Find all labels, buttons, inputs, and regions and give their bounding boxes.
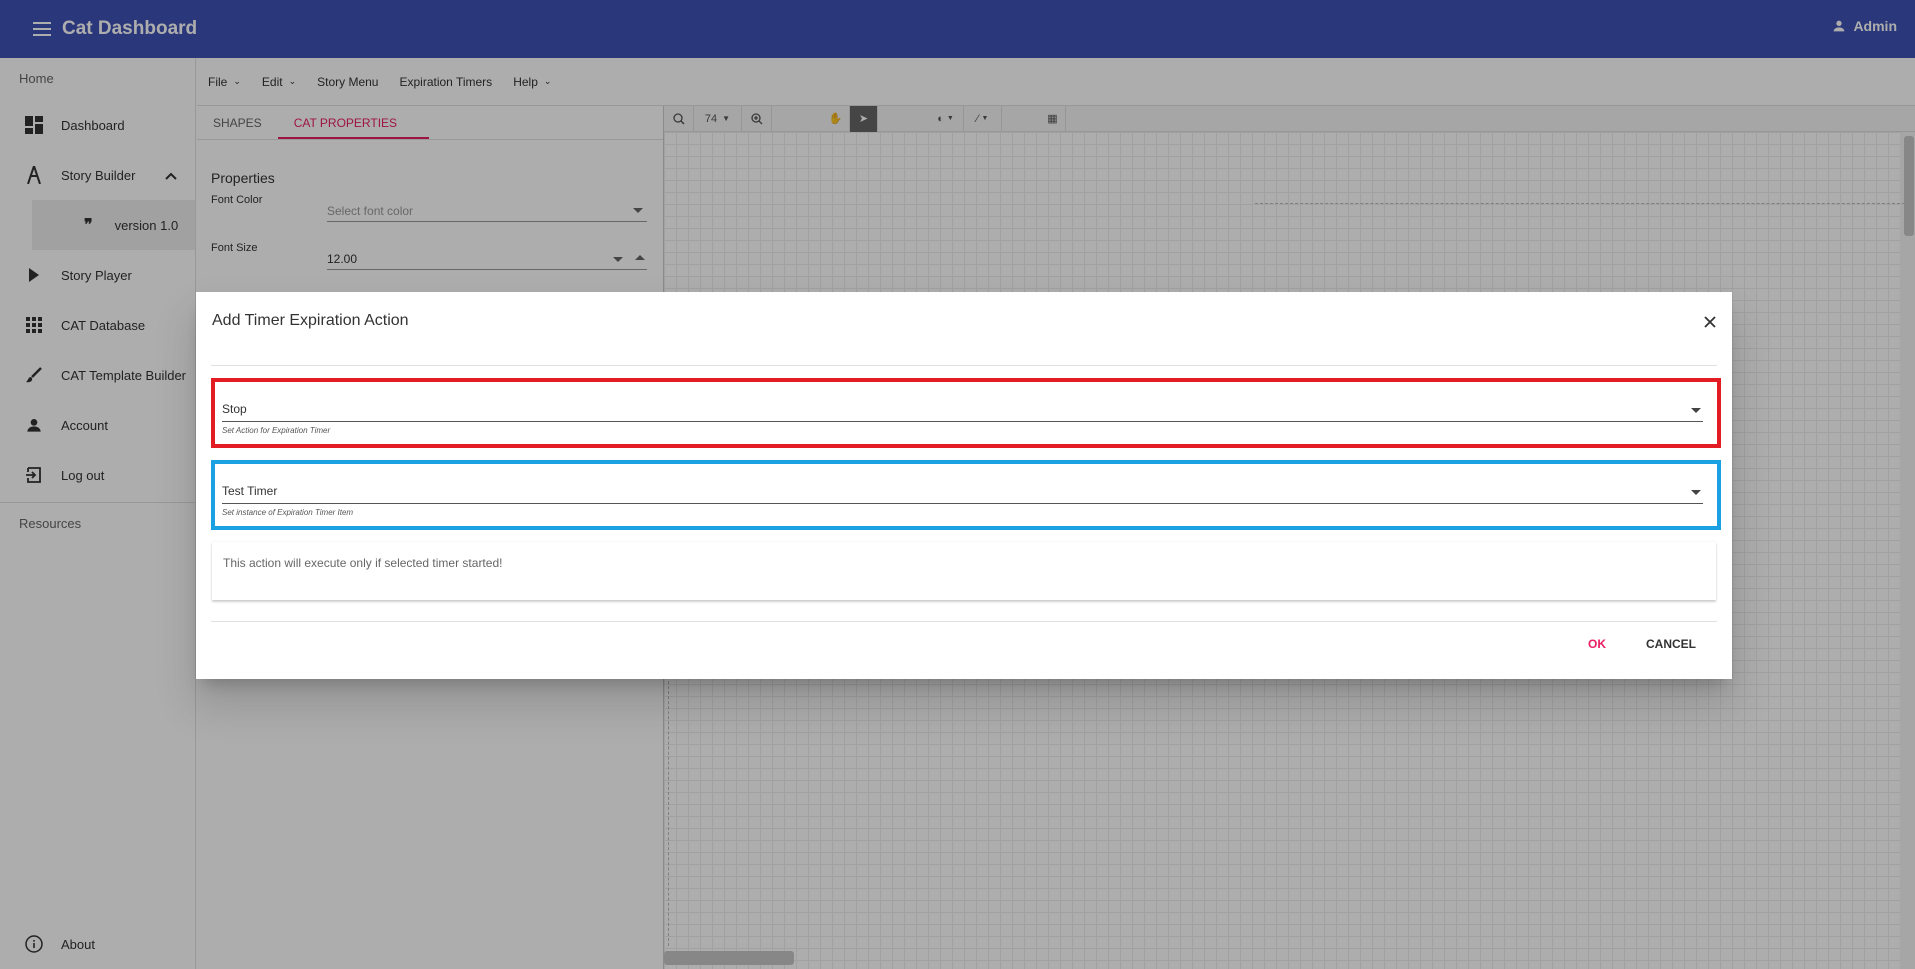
action-select-value: Stop <box>222 402 247 416</box>
timer-select[interactable]: Test Timer <box>222 480 1703 504</box>
info-message: This action will execute only if selecte… <box>223 556 503 570</box>
dropdown-arrow-icon <box>1691 490 1701 495</box>
add-timer-expiration-dialog: Add Timer Expiration Action Stop Set Act… <box>196 292 1732 679</box>
action-select-hint: Set Action for Expiration Timer <box>222 426 331 435</box>
timer-field-highlight: Test Timer Set instance of Expiration Ti… <box>211 460 1721 530</box>
close-icon[interactable] <box>1698 310 1722 334</box>
timer-select-hint: Set instance of Expiration Timer Item <box>222 508 354 517</box>
action-select[interactable]: Stop <box>222 398 1703 422</box>
info-card: This action will execute only if selecte… <box>212 542 1716 600</box>
timer-select-value: Test Timer <box>222 484 278 498</box>
dialog-header-divider <box>211 365 1717 366</box>
cancel-button[interactable]: CANCEL <box>1646 637 1696 651</box>
ok-button[interactable]: OK <box>1588 637 1606 651</box>
action-field-highlight: Stop Set Action for Expiration Timer <box>211 378 1721 448</box>
dropdown-arrow-icon <box>1691 408 1701 413</box>
dialog-footer-divider <box>211 621 1717 622</box>
dialog-title: Add Timer Expiration Action <box>212 312 409 329</box>
